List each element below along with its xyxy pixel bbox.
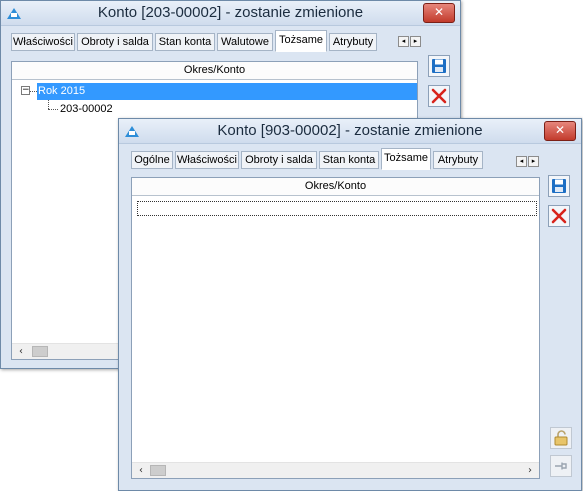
tab-scroll-arrows: ◂ ▸ xyxy=(398,36,422,48)
floppy-disk-icon xyxy=(432,59,446,73)
tab-scroll-arrows: ◂ ▸ xyxy=(516,156,540,168)
horizontal-scrollbar[interactable]: ‹ › xyxy=(132,462,539,478)
title-bar[interactable]: Konto [203-00002] - zostanie zmienione ✕ xyxy=(1,1,460,26)
column-header-okres-konto[interactable]: Okres/Konto xyxy=(132,178,539,196)
red-x-icon xyxy=(551,208,567,224)
window-title: Konto [203-00002] - zostanie zmienione xyxy=(97,4,364,21)
red-x-icon xyxy=(431,88,447,104)
title-bar[interactable]: Konto [903-00002] - zostanie zmienione ✕ xyxy=(119,119,581,144)
save-button[interactable] xyxy=(428,55,450,77)
tree-row-selected[interactable] xyxy=(37,83,417,100)
empty-focused-row[interactable] xyxy=(137,201,537,216)
save-button[interactable] xyxy=(548,175,570,197)
tab-scroll-left-button[interactable]: ◂ xyxy=(516,156,527,167)
tab-tozsame[interactable]: Tożsame xyxy=(381,148,431,170)
scroll-thumb[interactable] xyxy=(150,465,166,476)
close-window-button[interactable]: ✕ xyxy=(544,121,576,141)
tree-node-203-00002[interactable]: 203-00002 xyxy=(60,102,113,117)
scroll-right-icon[interactable]: › xyxy=(523,463,537,478)
account-window-903: Konto [903-00002] - zostanie zmienione ✕… xyxy=(118,118,582,491)
tab-atrybuty[interactable]: Atrybuty xyxy=(433,151,483,169)
tree-node-rok-2015[interactable]: Rok 2015 xyxy=(38,84,85,99)
window-title: Konto [903-00002] - zostanie zmienione xyxy=(217,122,483,139)
pin-icon xyxy=(555,462,567,470)
tab-wlasciwosci[interactable]: Właściwości xyxy=(175,151,239,169)
column-header-okres-konto[interactable]: Okres/Konto xyxy=(12,62,417,80)
tab-obroty-i-salda[interactable]: Obroty i salda xyxy=(241,151,317,169)
horizontal-scrollbar[interactable]: ‹ xyxy=(12,343,120,359)
close-window-button[interactable]: ✕ xyxy=(423,3,455,23)
tab-stan-konta[interactable]: Stan konta xyxy=(319,151,379,169)
scroll-left-icon[interactable]: ‹ xyxy=(14,344,28,359)
tab-walutowe[interactable]: Walutowe xyxy=(217,33,273,51)
delete-button[interactable] xyxy=(428,85,450,107)
pin-button[interactable] xyxy=(550,455,572,477)
delete-button[interactable] xyxy=(548,205,570,227)
tab-tozsame[interactable]: Tożsame xyxy=(275,30,327,52)
tab-stan-konta[interactable]: Stan konta xyxy=(155,33,215,51)
tree-expander-minus-icon[interactable]: − xyxy=(21,86,30,95)
tree-connector xyxy=(30,91,37,92)
tab-wlasciwosci[interactable]: Właściwości xyxy=(11,33,75,51)
lock-button[interactable] xyxy=(550,427,572,449)
scroll-thumb[interactable] xyxy=(32,346,48,357)
tree-grid[interactable]: Okres/Konto ‹ › xyxy=(131,177,540,479)
tree-connector-vertical xyxy=(48,100,49,109)
padlock-icon xyxy=(554,430,568,446)
tab-ogolne[interactable]: Ogólne xyxy=(131,151,173,169)
tab-obroty-i-salda[interactable]: Obroty i salda xyxy=(77,33,153,51)
tab-atrybuty[interactable]: Atrybuty xyxy=(329,33,377,51)
floppy-disk-icon xyxy=(552,179,566,193)
tab-scroll-right-button[interactable]: ▸ xyxy=(528,156,539,167)
tab-scroll-right-button[interactable]: ▸ xyxy=(410,36,421,47)
tab-scroll-left-button[interactable]: ◂ xyxy=(398,36,409,47)
tree-connector-horizontal xyxy=(48,109,58,110)
scroll-left-icon[interactable]: ‹ xyxy=(134,463,148,478)
